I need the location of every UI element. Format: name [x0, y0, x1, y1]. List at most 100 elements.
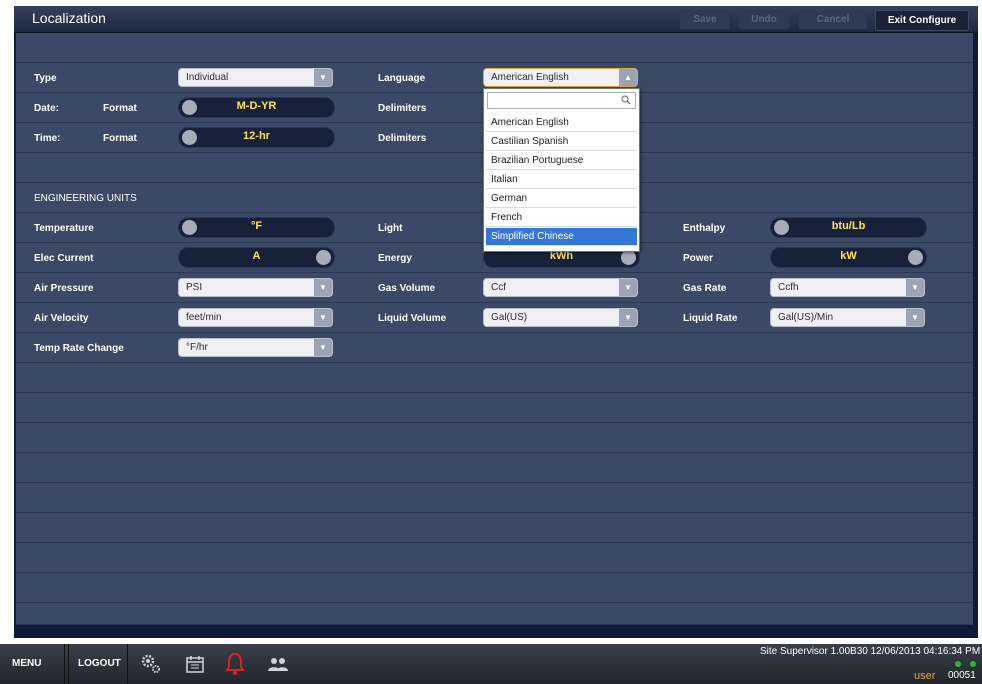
row-empty	[16, 453, 973, 483]
date-format-toggle[interactable]: M-D-YR	[178, 97, 335, 118]
dropdown-option-selected[interactable]: Simplified Chinese	[486, 228, 637, 246]
temperature-toggle[interactable]: °F	[178, 217, 335, 238]
liquid-volume-select[interactable]: Gal(US) ▼	[483, 308, 638, 327]
temperature-label: Temperature	[34, 223, 94, 234]
date-delimiters-label: Delimiters	[378, 103, 427, 114]
row-empty	[16, 513, 973, 543]
elec-current-label: Elec Current	[34, 253, 94, 264]
row-spacer	[16, 33, 973, 63]
air-pressure-value: PSI	[186, 282, 203, 293]
calendar-icon[interactable]	[185, 654, 205, 674]
chevron-down-icon: ▼	[314, 339, 332, 356]
gas-volume-value: Ccf	[491, 282, 506, 293]
gas-rate-select[interactable]: Ccfh ▼	[770, 278, 925, 297]
engineering-units-heading: ENGINEERING UNITS	[34, 193, 137, 204]
user-code: 00051	[948, 670, 976, 681]
time-format-value: 12-hr	[243, 130, 270, 142]
gas-volume-select[interactable]: Ccf ▼	[483, 278, 638, 297]
chevron-down-icon: ▼	[619, 279, 637, 296]
dropdown-option[interactable]: Castilian Spanish	[486, 133, 637, 151]
cancel-button[interactable]: Cancel	[799, 10, 867, 29]
energy-label: Energy	[378, 253, 412, 264]
status-text: Site Supervisor 1.00B30 12/06/2013 04:16…	[760, 646, 981, 657]
row-empty	[16, 423, 973, 453]
row-empty	[16, 393, 973, 423]
title-bar: Localization Save Undo Cancel Exit Confi…	[14, 6, 978, 33]
status-led	[955, 661, 961, 667]
time-delimiters-label: Delimiters	[378, 133, 427, 144]
gas-volume-label: Gas Volume	[378, 283, 436, 294]
language-select[interactable]: American English ▲	[483, 68, 638, 87]
gear-icon[interactable]	[140, 653, 162, 675]
page-title: Localization	[32, 10, 106, 26]
divider	[68, 644, 69, 684]
chevron-down-icon: ▼	[314, 279, 332, 296]
type-label: Type	[34, 73, 57, 84]
temperature-value: °F	[250, 220, 263, 232]
dropdown-search-input[interactable]	[487, 92, 636, 109]
gas-rate-value: Ccfh	[778, 282, 799, 293]
power-label: Power	[683, 253, 714, 264]
chevron-up-icon: ▲	[619, 69, 637, 86]
chevron-down-icon: ▼	[906, 309, 924, 326]
dropdown-option[interactable]: German	[486, 190, 637, 208]
liquid-rate-select[interactable]: Gal(US)/Min ▼	[770, 308, 925, 327]
enthalpy-label: Enthalpy	[683, 223, 726, 234]
air-pressure-label: Air Pressure	[34, 283, 94, 294]
row-temp-rate	[16, 333, 973, 363]
logout-button[interactable]: LOGOUT	[78, 644, 121, 684]
exit-configure-button[interactable]: Exit Configure	[875, 10, 969, 31]
row-empty	[16, 573, 973, 603]
air-pressure-select[interactable]: PSI ▼	[178, 278, 333, 297]
enthalpy-toggle[interactable]: btu/Lb	[770, 217, 927, 238]
type-select[interactable]: Individual ▼	[178, 68, 333, 87]
divider	[64, 644, 65, 684]
enthalpy-value: btu/Lb	[831, 220, 866, 232]
language-dropdown: American English Castilian Spanish Brazi…	[483, 88, 640, 252]
language-value: American English	[491, 72, 569, 83]
time-format-label: Format	[103, 133, 137, 144]
time-format-toggle[interactable]: 12-hr	[178, 127, 335, 148]
language-label: Language	[378, 73, 426, 84]
row-empty	[16, 543, 973, 573]
dropdown-option[interactable]: French	[486, 209, 637, 227]
date-label: Date:	[34, 103, 60, 114]
air-velocity-select[interactable]: feet/min ▼	[178, 308, 333, 327]
liquid-volume-value: Gal(US)	[491, 312, 528, 323]
liquid-rate-value: Gal(US)/Min	[778, 312, 834, 323]
dropdown-option[interactable]: Brazilian Portuguese	[486, 152, 637, 170]
liquid-volume-label: Liquid Volume	[378, 313, 447, 324]
elec-current-toggle[interactable]: A	[178, 247, 335, 268]
chevron-down-icon: ▼	[906, 279, 924, 296]
undo-button[interactable]: Undo	[739, 10, 789, 29]
temp-rate-label: Temp Rate Change	[34, 343, 124, 354]
type-value: Individual	[186, 72, 229, 83]
gas-rate-label: Gas Rate	[683, 283, 727, 294]
time-label: Time:	[34, 133, 61, 144]
users-icon[interactable]	[266, 656, 290, 674]
menu-button[interactable]: MENU	[12, 644, 41, 684]
user-label: user	[914, 670, 936, 682]
save-button[interactable]: Save	[680, 10, 730, 29]
air-velocity-label: Air Velocity	[34, 313, 89, 324]
power-value: kW	[840, 250, 857, 262]
temp-rate-select[interactable]: °F/hr ▼	[178, 338, 333, 357]
temp-rate-value: °F/hr	[186, 342, 208, 353]
dropdown-option[interactable]: American English	[486, 114, 637, 132]
chevron-down-icon: ▼	[314, 69, 332, 86]
status-led	[970, 661, 976, 667]
dropdown-option[interactable]: Italian	[486, 171, 637, 189]
air-velocity-value: feet/min	[186, 312, 222, 323]
bottom-bar: MENU LOGOUT Site Supervisor 1.00B30 12/0…	[0, 644, 982, 684]
row-empty	[16, 363, 973, 393]
elec-current-value: A	[252, 250, 261, 262]
alarm-bell-icon[interactable]	[224, 652, 246, 676]
row-empty	[16, 483, 973, 513]
date-format-label: Format	[103, 103, 137, 114]
row-empty	[16, 603, 973, 625]
power-toggle[interactable]: kW	[770, 247, 927, 268]
light-label: Light	[378, 223, 403, 234]
chevron-down-icon: ▼	[314, 309, 332, 326]
chevron-down-icon: ▼	[619, 309, 637, 326]
divider	[127, 644, 128, 684]
